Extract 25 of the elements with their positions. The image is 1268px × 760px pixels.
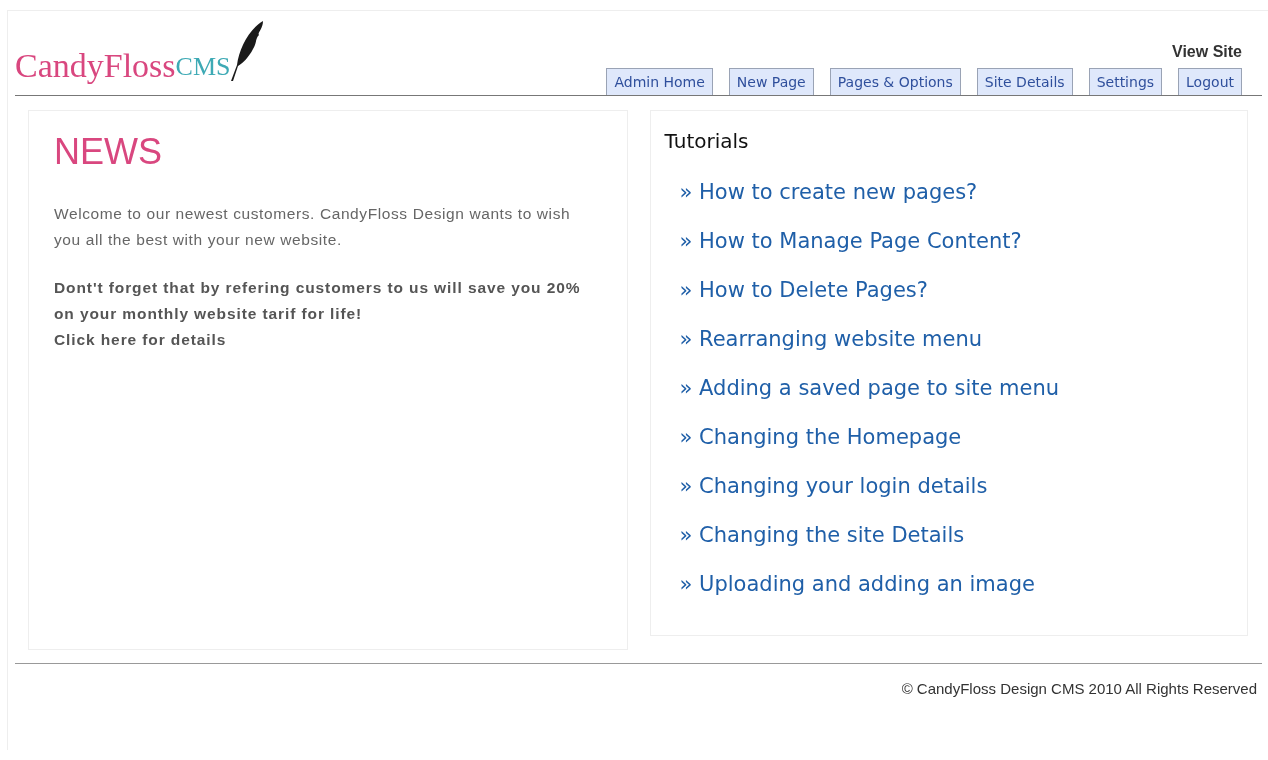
nav-tab[interactable]: Admin Home <box>606 68 713 95</box>
tutorial-link[interactable]: » How to Delete Pages? <box>679 273 928 307</box>
quill-icon <box>228 19 265 83</box>
news-title: NEWS <box>54 131 163 173</box>
tutorial-link[interactable]: » How to Manage Page Content? <box>679 224 1022 258</box>
copyright-text: © CandyFloss Design CMS 2010 All Rights Reserved <box>901 680 1257 697</box>
nav-tab[interactable]: Settings <box>1088 68 1163 95</box>
tutorial-link[interactable]: » Uploading and adding an image <box>679 567 1035 601</box>
tutorial-link[interactable]: » How to create new pages? <box>679 175 978 209</box>
nav-tab[interactable]: Site Details <box>976 68 1073 95</box>
nav-tab[interactable]: Pages & Options <box>829 68 961 95</box>
offer-text: Dont't forget that by refering customers to us will save you 20% on your monthly website tarif for life! <box>54 278 582 324</box>
tutorial-link[interactable]: » Changing your login details <box>679 469 988 503</box>
logo-text: CMS <box>175 52 231 81</box>
view-site-link[interactable]: View Site <box>1172 43 1242 61</box>
tutorial-link[interactable]: » Changing the site Details <box>679 518 965 552</box>
nav-tab[interactable]: New Page <box>728 68 814 95</box>
details-link[interactable]: Click here for details <box>54 327 227 353</box>
tutorial-link[interactable]: » Changing the Homepage <box>679 420 962 454</box>
nav-tab[interactable]: Logout <box>1178 68 1242 95</box>
tutorial-link[interactable]: » Adding a saved page to site menu <box>679 371 1060 405</box>
news-text: Welcome to our newest customers. CandyFloss Design wants to wish you all the best with your new website. <box>54 204 572 250</box>
tutorials-title: Tutorials <box>664 129 750 153</box>
tutorial-link[interactable]: » Rearranging website menu <box>679 322 983 356</box>
logo-text: CandyFloss <box>15 47 176 85</box>
